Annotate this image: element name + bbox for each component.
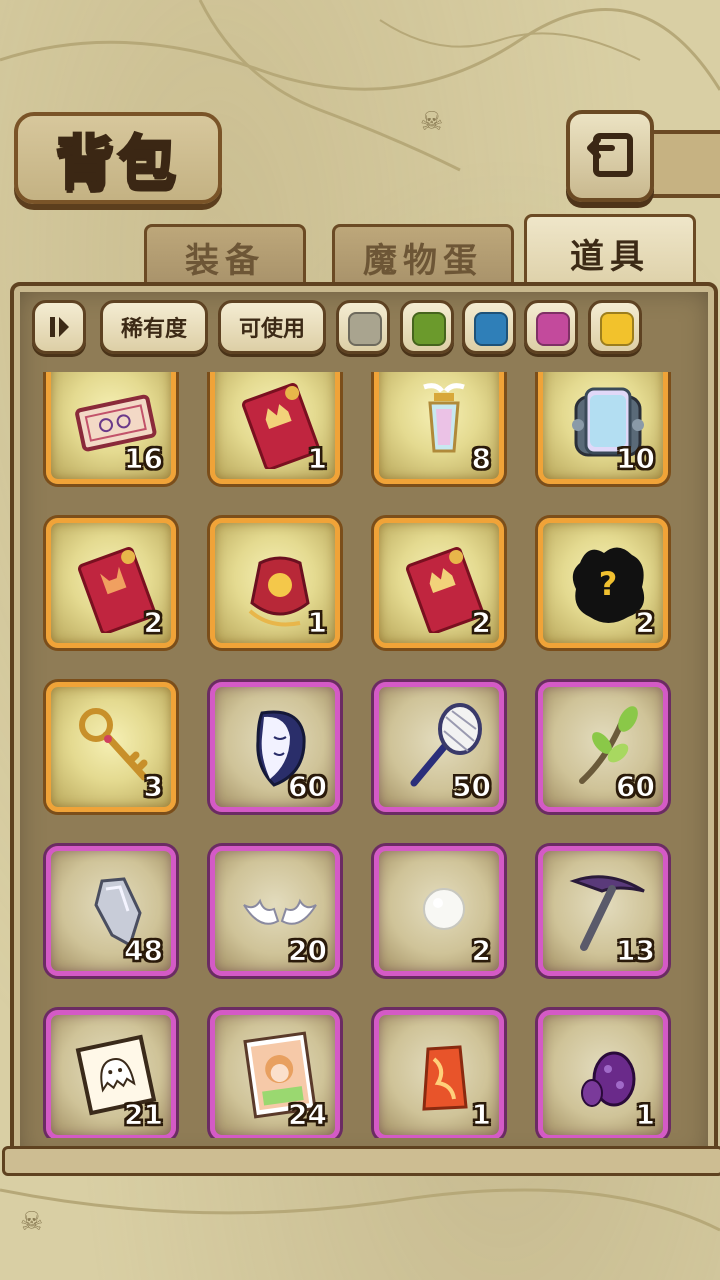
color-filter-yellow[interactable]	[588, 300, 642, 354]
sort-toggle-icon	[50, 317, 69, 337]
pink-swatch	[536, 312, 570, 346]
back-arrow-icon	[587, 133, 633, 177]
item-count: 21	[124, 1098, 164, 1132]
item-slot[interactable]: 20	[210, 846, 340, 976]
item-grid: 16 1 8 10 2 1 2 ? 2 3 60 50 60 48 20 2 1…	[36, 372, 684, 1138]
item-count: 2	[471, 606, 492, 640]
item-slot[interactable]: 60	[538, 682, 668, 812]
item-count: 8	[471, 442, 492, 476]
item-slot[interactable]: 13	[538, 846, 668, 976]
usable-filter-button[interactable]: 可使用	[218, 300, 326, 354]
item-count: 16	[124, 442, 164, 476]
page-title: 背包	[14, 112, 222, 204]
item-count: 10	[616, 442, 656, 476]
item-slot[interactable]: 1	[374, 1010, 504, 1138]
item-count: 13	[616, 934, 656, 968]
tab-equipment[interactable]: 装备	[144, 224, 306, 287]
item-slot[interactable]: 8	[374, 372, 504, 484]
item-count: 24	[288, 1098, 328, 1132]
item-slot[interactable]: 16	[46, 372, 176, 484]
item-count: 50	[452, 770, 492, 804]
tab-items-label: 道具	[570, 236, 650, 277]
item-count: 2	[471, 934, 492, 968]
item-slot[interactable]: 60	[210, 682, 340, 812]
color-filter-green[interactable]	[400, 300, 454, 354]
item-count: 1	[635, 1098, 656, 1132]
tab-monster-eggs[interactable]: 魔物蛋	[332, 224, 514, 287]
tab-monster-eggs-label: 魔物蛋	[363, 240, 483, 281]
item-count: 20	[288, 934, 328, 968]
item-slot[interactable]: 2	[46, 518, 176, 648]
back-button[interactable]	[566, 110, 654, 202]
item-count: 60	[616, 770, 656, 804]
item-slot[interactable]: 1	[538, 1010, 668, 1138]
usable-filter-label: 可使用	[238, 317, 305, 342]
blue-swatch	[474, 312, 508, 346]
item-slot[interactable]: ? 2	[538, 518, 668, 648]
svg-text:☠: ☠	[20, 1207, 43, 1237]
item-count: 2	[143, 606, 164, 640]
item-slot[interactable]: 1	[210, 372, 340, 484]
item-count: 1	[307, 606, 328, 640]
sort-toggle-button[interactable]	[32, 300, 86, 354]
item-count: 60	[288, 770, 328, 804]
item-slot[interactable]: 2	[374, 518, 504, 648]
green-swatch	[412, 312, 446, 346]
item-slot[interactable]: 21	[46, 1010, 176, 1138]
item-count: 2	[635, 606, 656, 640]
item-count: 1	[307, 442, 328, 476]
tab-bar: 装备 魔物蛋 道具	[14, 214, 720, 289]
item-count: 3	[143, 770, 164, 804]
item-count: 48	[124, 934, 164, 968]
item-slot[interactable]: 24	[210, 1010, 340, 1138]
tab-equipment-label: 装备	[185, 240, 265, 281]
color-filter-blue[interactable]	[462, 300, 516, 354]
item-slot[interactable]: 2	[374, 846, 504, 976]
page-title-text: 背包	[54, 128, 180, 199]
filter-bar: 稀有度 可使用	[32, 300, 692, 354]
svg-text:☠: ☠	[420, 107, 443, 137]
panel-bottom-rail	[2, 1146, 720, 1176]
item-slot[interactable]: 48	[46, 846, 176, 976]
tab-items[interactable]: 道具	[524, 214, 696, 289]
item-count: 1	[471, 1098, 492, 1132]
svg-text:?: ?	[599, 565, 618, 603]
yellow-swatch	[600, 312, 634, 346]
color-filter-pink[interactable]	[524, 300, 578, 354]
item-slot[interactable]: 3	[46, 682, 176, 812]
item-slot[interactable]: 1	[210, 518, 340, 648]
item-slot[interactable]: 10	[538, 372, 668, 484]
rarity-filter-label: 稀有度	[120, 317, 187, 342]
item-slot[interactable]: 50	[374, 682, 504, 812]
grey-swatch	[348, 312, 382, 346]
rarity-filter-button[interactable]: 稀有度	[100, 300, 208, 354]
color-filter-grey[interactable]	[336, 300, 390, 354]
